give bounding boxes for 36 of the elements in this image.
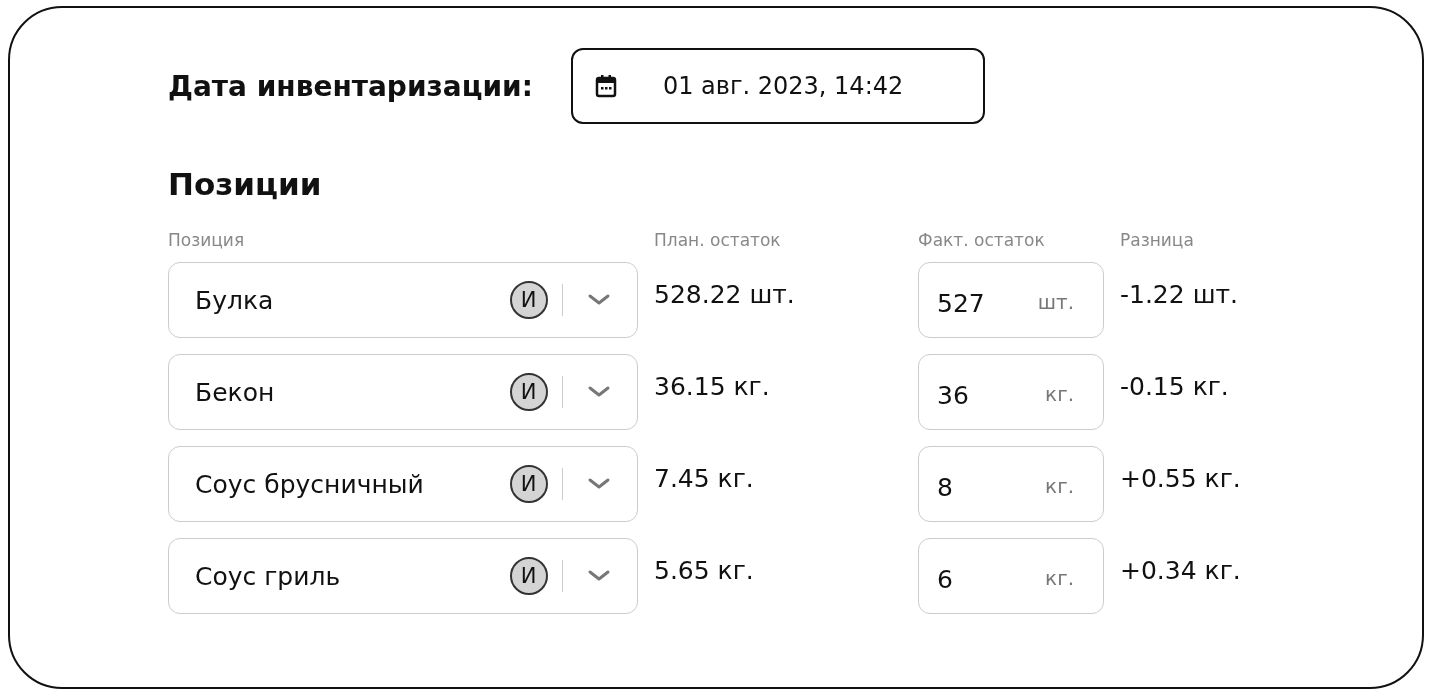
- planned-stock: 7.45 кг.: [654, 463, 755, 493]
- column-header: Разница: [1120, 230, 1195, 250]
- column-header: Позиция: [168, 230, 246, 250]
- item-badge: И: [509, 281, 548, 319]
- item-badge: И: [509, 557, 548, 595]
- planned-stock: 5.65 кг.: [654, 555, 755, 585]
- difference-value: +0.34 кг.: [1120, 555, 1242, 585]
- item-select[interactable]: Бекон И: [168, 354, 638, 430]
- chevron-down-icon: [587, 385, 611, 399]
- chevron-down-icon: [587, 293, 611, 307]
- calendar-icon: [594, 74, 617, 98]
- select-value: Булка: [195, 285, 275, 315]
- unit-label: шт.: [1037, 290, 1074, 314]
- unit-label: кг.: [1045, 474, 1074, 498]
- date-label: Дата инвентаризации:: [168, 69, 533, 103]
- item-select[interactable]: Булка И: [168, 262, 638, 338]
- difference-value: -0.15 кг.: [1120, 371, 1230, 401]
- select-value: Соус гриль: [195, 561, 342, 591]
- item-select[interactable]: Соус брусничный И: [168, 446, 638, 522]
- planned-stock: 36.15 кг.: [654, 371, 771, 401]
- column-header: План. остаток: [654, 230, 782, 250]
- section-title: Позиции: [168, 166, 323, 202]
- planned-stock: 528.22 шт.: [654, 279, 796, 309]
- unit-label: кг.: [1045, 382, 1074, 406]
- unit-label: кг.: [1045, 566, 1074, 590]
- item-badge: И: [509, 373, 548, 411]
- difference-value: -1.22 шт.: [1120, 279, 1240, 309]
- select-value: Соус брусничный: [195, 469, 425, 499]
- item-select[interactable]: Соус гриль И: [168, 538, 638, 614]
- column-header: Факт. остаток: [918, 230, 1046, 250]
- select-value: Бекон: [195, 377, 276, 407]
- difference-value: +0.55 кг.: [1120, 463, 1242, 493]
- item-badge: И: [509, 465, 548, 503]
- chevron-down-icon: [587, 569, 611, 583]
- date-field[interactable]: 01 авг. 2023, 14:42: [570, 48, 985, 124]
- chevron-down-icon: [587, 477, 611, 491]
